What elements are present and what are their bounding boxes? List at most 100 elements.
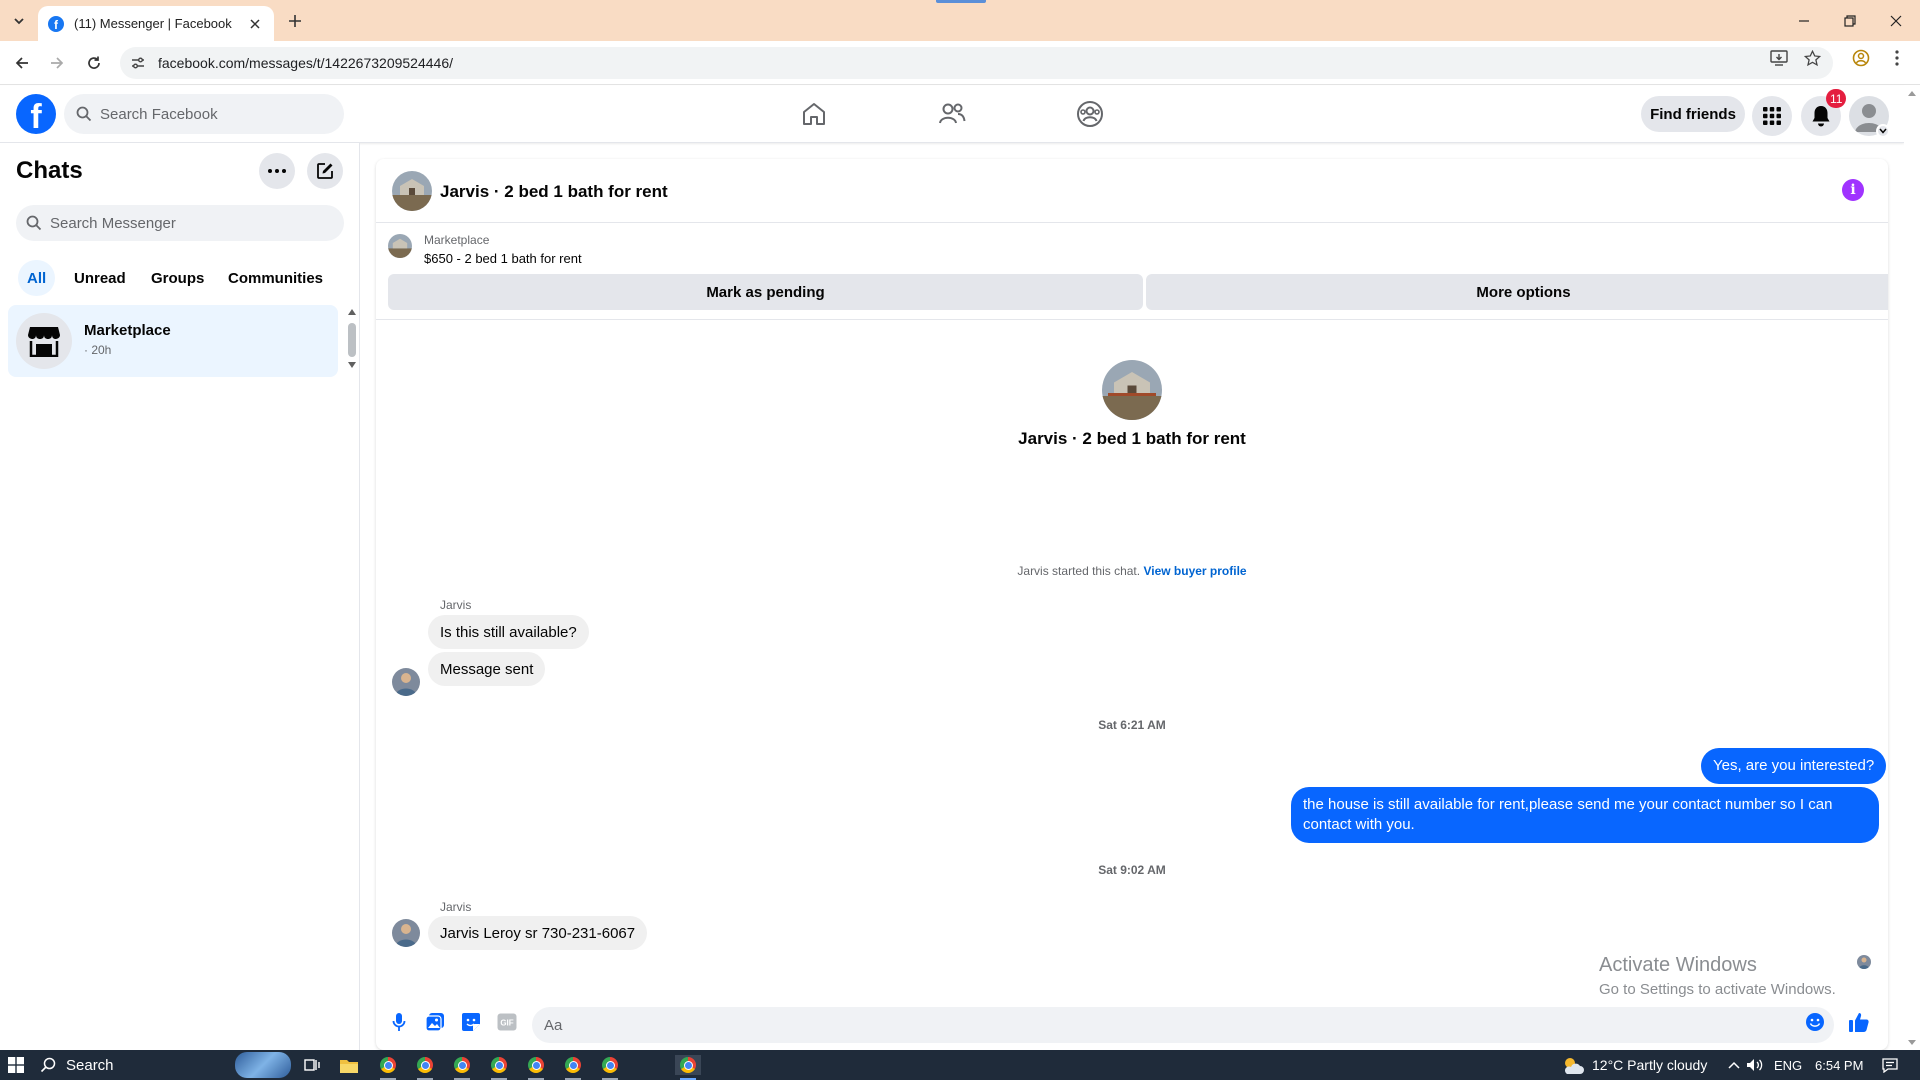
chats-scrollbar-thumb[interactable] [348, 323, 356, 357]
conversation-panel: Jarvis · 2 bed 1 bath for rent i Marketp… [376, 159, 1888, 1050]
incoming-message[interactable]: Message sent [428, 652, 546, 686]
filter-all[interactable]: All [18, 260, 56, 296]
url-omnibox[interactable]: facebook.com/messages/t/1422673209524446… [120, 47, 1833, 79]
outgoing-message[interactable]: Yes, are you interested? [1701, 748, 1887, 784]
chat-started-text: Jarvis started this chat. [1017, 564, 1141, 578]
close-window-icon[interactable] [1873, 0, 1919, 41]
notification-center-icon[interactable] [1880, 1055, 1900, 1075]
site-settings-icon[interactable] [130, 55, 146, 71]
messenger-search[interactable] [16, 205, 344, 241]
svg-text:GIF: GIF [500, 1019, 513, 1028]
chrome-window-icon[interactable] [563, 1055, 583, 1075]
back-arrow-icon[interactable] [10, 51, 34, 75]
more-options-button[interactable]: More options [1146, 274, 1888, 310]
friends-icon[interactable] [932, 94, 972, 134]
marketplace-store-icon [16, 313, 72, 369]
filter-unread[interactable]: Unread [65, 260, 135, 296]
chat-time: · 20h [84, 343, 112, 357]
groups-icon[interactable] [1070, 94, 1110, 134]
listing-small-thumbnail [388, 234, 412, 258]
tab-search-chevron-icon[interactable] [8, 10, 30, 32]
minimize-icon[interactable] [1781, 0, 1827, 41]
find-friends-button[interactable]: Find friends [1641, 96, 1745, 132]
tab-title: (11) Messenger | Facebook [74, 16, 232, 31]
scroll-up-arrow-icon[interactable] [348, 309, 356, 317]
conversation-info-icon[interactable]: i [1842, 179, 1864, 201]
facebook-logo-icon[interactable]: f [16, 94, 56, 134]
menu-grid-icon[interactable] [1752, 96, 1792, 136]
browser-menu-icon[interactable] [1888, 49, 1906, 67]
message-sender-name: Jarvis [440, 900, 472, 914]
filter-groups[interactable]: Groups [142, 260, 213, 296]
mark-as-pending-button[interactable]: Mark as pending [388, 274, 1143, 310]
chrome-window-icon[interactable] [452, 1055, 472, 1075]
windows-taskbar: Search 12°C Partly cloudy ENG 6:54 PM [0, 1050, 1920, 1080]
weather-partly-cloudy-icon[interactable] [1560, 1055, 1586, 1075]
tab-close-icon[interactable] [246, 15, 264, 33]
chrome-window-icon[interactable] [526, 1055, 546, 1075]
search-highlight-image[interactable] [235, 1052, 291, 1078]
message-timestamp: Sat 6:21 AM [1098, 718, 1166, 732]
chats-title: Chats [16, 157, 83, 184]
conversation-intro-avatar [1102, 360, 1162, 420]
message-input-field[interactable] [532, 1007, 1834, 1043]
home-icon[interactable] [794, 94, 834, 134]
chrome-window-icon[interactable] [415, 1055, 435, 1075]
conversation-header: Jarvis · 2 bed 1 bath for rent i [376, 159, 1888, 223]
microphone-icon[interactable] [388, 1011, 410, 1033]
clock-time[interactable]: 6:54 PM [1815, 1050, 1863, 1080]
message-sender-name: Jarvis [440, 598, 472, 612]
chats-options-icon[interactable] [259, 153, 295, 189]
chrome-window-icon[interactable] [489, 1055, 509, 1075]
emoji-icon[interactable] [1804, 1011, 1826, 1033]
install-app-icon[interactable] [1770, 49, 1788, 67]
bookmark-star-icon[interactable] [1803, 49, 1821, 67]
message-input[interactable] [544, 1016, 1784, 1034]
chrome-window-icon[interactable] [378, 1055, 398, 1075]
language-indicator[interactable]: ENG [1774, 1050, 1802, 1080]
facebook-search[interactable] [64, 94, 344, 134]
account-chevron-down-icon[interactable] [1876, 124, 1890, 138]
show-hidden-icons-chevron-icon[interactable] [1724, 1055, 1744, 1075]
browser-tab-bar: f (11) Messenger | Facebook [0, 0, 1920, 41]
browser-address-bar: facebook.com/messages/t/1422673209524446… [0, 41, 1920, 85]
windows-start-icon[interactable] [8, 1057, 24, 1073]
gif-icon[interactable]: GIF [496, 1011, 518, 1033]
restore-icon[interactable] [1827, 0, 1873, 41]
incoming-message[interactable]: Is this still available? [428, 615, 589, 649]
sender-avatar[interactable] [392, 919, 420, 947]
search-icon [40, 1057, 56, 1073]
weather-text[interactable]: 12°C Partly cloudy [1592, 1050, 1707, 1080]
chrome-window-icon-active[interactable] [675, 1055, 701, 1075]
attach-photo-icon[interactable] [424, 1011, 446, 1033]
listing-thumbnail[interactable] [392, 171, 432, 211]
filter-communities[interactable]: Communities [219, 260, 332, 296]
chat-item-marketplace[interactable]: Marketplace · 20h [8, 305, 338, 377]
chrome-window-icon[interactable] [600, 1055, 620, 1075]
sender-avatar[interactable] [392, 668, 420, 696]
new-message-compose-icon[interactable] [307, 153, 343, 189]
page-scrollbar[interactable] [1904, 86, 1920, 1050]
forward-arrow-icon[interactable] [45, 51, 69, 75]
volume-speaker-icon[interactable] [1745, 1055, 1765, 1075]
outgoing-message[interactable]: the house is still available for rent,pl… [1291, 787, 1879, 843]
listing-price-title[interactable]: $650 - 2 bed 1 bath for rent [424, 251, 582, 266]
search-icon [76, 106, 92, 122]
facebook-search-input[interactable] [100, 105, 300, 123]
incoming-message[interactable]: Jarvis Leroy sr 730-231-6067 [428, 916, 648, 950]
conversation-title: Jarvis · 2 bed 1 bath for rent [440, 182, 668, 201]
messenger-search-input[interactable] [50, 214, 250, 232]
thumbs-up-like-icon[interactable] [1848, 1011, 1870, 1033]
sticker-icon[interactable] [460, 1011, 482, 1033]
browser-tab-messenger[interactable]: f (11) Messenger | Facebook [38, 6, 274, 41]
file-explorer-icon[interactable] [339, 1055, 359, 1075]
watermark-title: Activate Windows [1599, 954, 1757, 976]
view-buyer-profile-link[interactable]: View buyer profile [1143, 564, 1246, 578]
reload-icon[interactable] [82, 51, 106, 75]
new-tab-plus-icon[interactable] [283, 9, 307, 33]
taskbar-search[interactable]: Search [40, 1050, 114, 1080]
browser-profile-icon[interactable] [1852, 49, 1870, 67]
chat-started-note: Jarvis started this chat. View buyer pro… [376, 564, 1888, 578]
task-view-icon[interactable] [302, 1055, 322, 1075]
scroll-down-arrow-icon[interactable] [348, 362, 356, 370]
